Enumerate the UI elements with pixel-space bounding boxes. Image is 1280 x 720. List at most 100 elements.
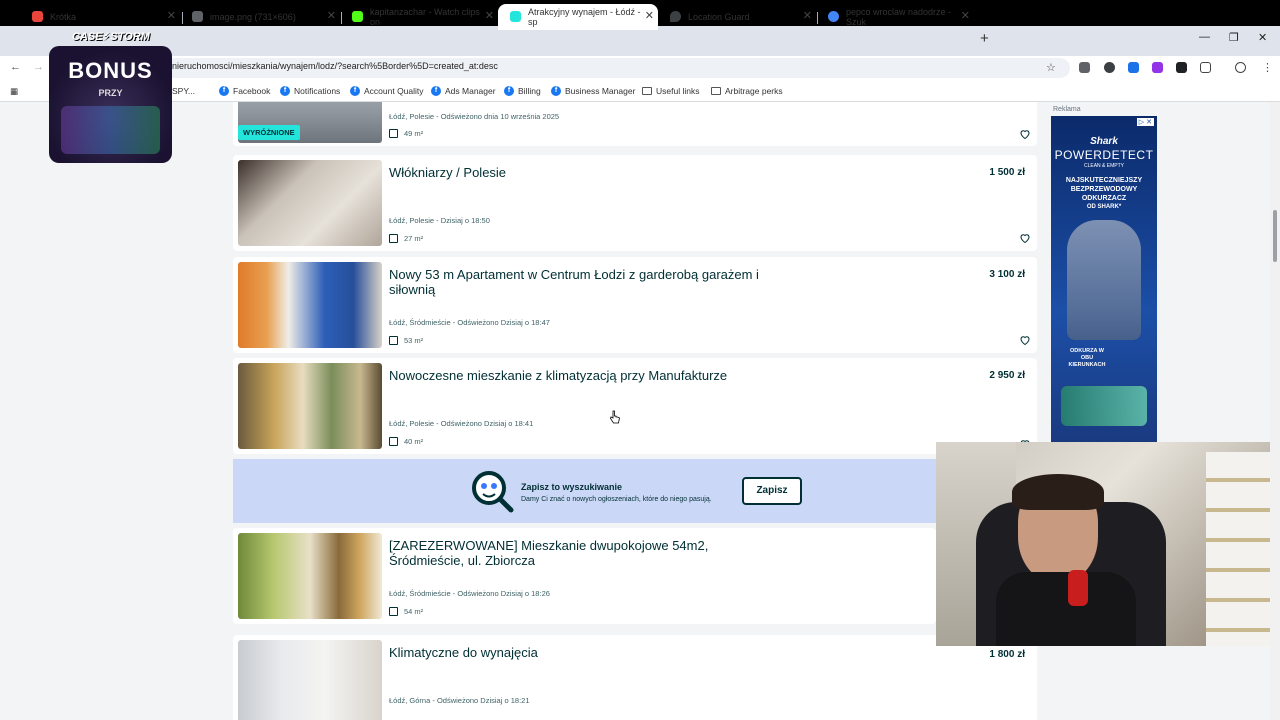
google-icon [828, 11, 839, 22]
person-hair [1012, 474, 1104, 510]
listing-card[interactable]: WYRÓŻNIONE Łódź, Polesie - Odświeżono dn… [233, 102, 1037, 146]
kebab-menu-icon[interactable]: ⋮ [1262, 61, 1273, 74]
magnifier-face-icon [472, 471, 514, 513]
listing-location: Łódź, Górna - Odświeżono Dzisiaj o 18:21 [389, 696, 530, 705]
close-icon[interactable]: ✕ [645, 9, 654, 22]
bookmark-billing[interactable]: f Billing [504, 86, 541, 96]
page-scrollbar[interactable] [1270, 102, 1280, 720]
listing-photo[interactable] [238, 160, 382, 246]
listing-photo[interactable] [238, 640, 382, 720]
listing-photo[interactable] [238, 262, 382, 348]
listing-location: Łódź, Polesie - Dzisiaj o 18:50 [389, 216, 490, 225]
extension-icon[interactable] [1152, 62, 1163, 73]
extension-icon[interactable] [1128, 62, 1139, 73]
listing-photo[interactable] [238, 533, 382, 619]
close-icon[interactable]: ✕ [167, 9, 176, 22]
save-search-button[interactable]: Zapisz [742, 477, 802, 505]
ad-banner[interactable]: ▷ ✕ Shark POWERDETECT CLEAN & EMPTY NAJS… [1051, 116, 1157, 442]
listing-location: Łódź, Śródmieście - Odświeżono Dzisiaj o… [389, 318, 550, 327]
location-pin-icon [670, 11, 681, 22]
bookmark-spy[interactable]: SPY... [172, 86, 195, 96]
window-close-button[interactable]: ✕ [1258, 31, 1267, 44]
tab-krotka[interactable]: Krótka ✕ [20, 4, 180, 30]
tab-image-png[interactable]: image.png (731×606) ✕ [180, 4, 340, 30]
bookmark-star-icon[interactable]: ☆ [1046, 61, 1056, 74]
maximize-button[interactable]: ❐ [1229, 31, 1239, 44]
listing-title[interactable]: Klimatyczne do wynajęcia [389, 645, 789, 660]
listing-photo[interactable] [238, 363, 382, 449]
camera-extension-icon[interactable] [1079, 62, 1090, 73]
kick-icon [352, 11, 363, 22]
listing-title[interactable]: Włókniarzy / Polesie [389, 165, 789, 180]
bookmark-label: Account Quality [364, 86, 424, 96]
new-tab-button[interactable]: + [980, 30, 989, 47]
close-icon[interactable]: ✕ [803, 9, 812, 22]
listing-area: 53 m² [389, 336, 423, 345]
bookmark-label: Useful links [656, 86, 700, 96]
close-icon[interactable]: ✕ [485, 9, 494, 22]
listing-location: Łódź, Śródmieście - Odświeżono Dzisiaj o… [389, 589, 550, 598]
profile-avatar-icon[interactable] [1235, 62, 1246, 73]
person-shirt [996, 572, 1136, 646]
listing-title[interactable]: Nowy 53 m Apartament w Centrum Łodzi z g… [389, 267, 789, 297]
listing-title[interactable]: Nowoczesne mieszkanie z klimatyzacją prz… [389, 368, 789, 383]
area-icon [389, 336, 398, 345]
przy-text: PRZY [98, 88, 123, 98]
facebook-icon: f [551, 86, 561, 96]
bookmark-folder-useful-links[interactable]: Useful links [642, 86, 699, 96]
bonus-text: BONUS [68, 58, 153, 83]
listing-card[interactable]: Nowy 53 m Apartament w Centrum Łodzi z g… [233, 257, 1037, 353]
tab-location-guard[interactable]: Location Guard ✕ [658, 4, 816, 30]
listing-card[interactable]: Nowoczesne mieszkanie z klimatyzacją prz… [233, 358, 1037, 454]
folder-icon [642, 87, 652, 95]
listing-card[interactable]: Włókniarzy / Polesie 1 500 zł Łódź, Pole… [233, 155, 1037, 251]
bookmark-facebook[interactable]: f Facebook [219, 86, 270, 96]
extension-icon[interactable] [1104, 62, 1115, 73]
listing-location: Łódź, Polesie - Odświeżono Dzisiaj o 18:… [389, 419, 534, 428]
tab-olx-active[interactable]: Atrakcyjny wynajem - Łódź - sp ✕ [498, 4, 658, 30]
tab-title: Location Guard [688, 12, 750, 22]
url-text[interactable]: nieruchomosci/mieszkania/wynajem/lodz/?s… [172, 61, 498, 71]
tab-google-search[interactable]: pepco wroclaw nadodrze - Szuk ✕ [816, 4, 974, 30]
close-icon[interactable]: ✕ [961, 9, 970, 22]
back-arrow-icon[interactable]: ← [10, 61, 21, 73]
vacuum-image [1067, 220, 1141, 340]
facebook-icon: f [280, 86, 290, 96]
area-icon [389, 437, 398, 446]
facebook-icon: f [431, 86, 441, 96]
heart-icon[interactable] [1019, 334, 1031, 346]
extension-icon[interactable] [1176, 62, 1187, 73]
olx-icon [510, 11, 521, 22]
ad-bottom-text: ODKURZA W OBU KIERUNKACH [1068, 348, 1106, 368]
puzzle-icon[interactable] [1200, 62, 1211, 73]
minimize-button[interactable]: — [1199, 31, 1210, 43]
heart-icon[interactable] [1019, 232, 1031, 244]
bookmark-folder-arbitrage-perks[interactable]: Arbitrage perks [711, 86, 783, 96]
area-icon [389, 234, 398, 243]
bookmark-notifications[interactable]: f Notifications [280, 86, 340, 96]
bonus-graphic [61, 106, 160, 154]
ad-headline: NAJSKUTECZNIEJSZY BEZPRZEWODOWY ODKURZAC… [1065, 177, 1143, 202]
ad-brand: Shark [1090, 136, 1118, 147]
listing-price: 2 950 zł [989, 370, 1025, 381]
bookmark-label: Notifications [294, 86, 341, 96]
bookmark-account-quality[interactable]: f Account Quality [350, 86, 424, 96]
facebook-icon: f [219, 86, 229, 96]
bookmark-ads-manager[interactable]: f Ads Manager [431, 86, 496, 96]
listing-card[interactable]: Klimatyczne do wynajęcia 1 800 zł Łódź, … [233, 635, 1037, 720]
ad-choices-icon[interactable]: ▷ ✕ [1136, 118, 1154, 126]
heart-icon[interactable] [1019, 128, 1031, 140]
listing-title[interactable]: [ZAREZERWOWANE] Mieszkanie dwupokojowe 5… [389, 538, 729, 568]
forward-arrow-icon[interactable]: → [33, 61, 44, 73]
listing-card[interactable]: [ZAREZERWOWANE] Mieszkanie dwupokojowe 5… [233, 528, 936, 624]
bookmark-business-manager[interactable]: f Business Manager [551, 86, 635, 96]
tab-title: image.png (731×606) [210, 12, 296, 22]
bookmark-label: Business Manager [565, 86, 636, 96]
close-icon[interactable]: ✕ [327, 9, 336, 22]
tab-kick[interactable]: kapitanzachar - Watch clips on ✕ [340, 4, 498, 30]
scrollbar-thumb[interactable] [1273, 210, 1277, 262]
apps-grid-icon[interactable]: ▦ [10, 86, 18, 97]
ad-tagline: CLEAN & EMPTY [1083, 163, 1124, 169]
featured-badge: WYRÓŻNIONE [238, 125, 300, 140]
vacuum-head-image [1061, 386, 1147, 426]
